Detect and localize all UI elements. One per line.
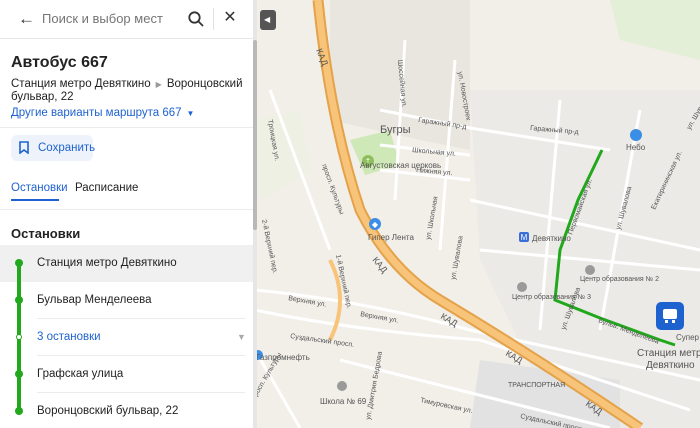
stop-label: Станция метро Девяткино xyxy=(37,257,177,269)
place-label-nebo: Небо xyxy=(626,143,646,152)
svg-text:◆: ◆ xyxy=(372,220,379,229)
svg-text:M: M xyxy=(521,233,528,242)
tab-stops[interactable]: Остановки xyxy=(11,182,68,194)
search-icon[interactable] xyxy=(187,10,205,28)
route-panel: ← ✕ Автобус 667 Станция метро Девяткино ▶… xyxy=(0,0,253,428)
stop-label: Воронцовский бульвар, 22 xyxy=(37,405,179,417)
collapsed-stops-link: 3 остановки xyxy=(37,331,101,343)
list-item[interactable]: Бульвар Менделеева xyxy=(0,282,253,319)
chevron-left-icon: ◀ xyxy=(264,15,271,24)
back-arrow-icon[interactable]: ← xyxy=(18,10,36,28)
school-icon xyxy=(585,265,595,275)
route-title: Автобус 667 xyxy=(11,54,108,71)
collapse-panel-button[interactable]: ◀ xyxy=(260,10,276,30)
route-endpoints: Станция метро Девяткино ▶ Воронцовский бул… xyxy=(11,78,247,104)
place-label-devyatkino: Девяткино xyxy=(532,234,571,243)
stop-marker xyxy=(15,407,23,415)
route-variants-link[interactable]: Другие варианты маршрута 667 ▼ xyxy=(11,107,194,119)
collapsed-stop-marker xyxy=(16,334,22,340)
list-item[interactable]: Графская улица xyxy=(0,356,253,393)
save-button[interactable]: Сохранить xyxy=(11,135,96,161)
place-label-gazprom: Газпромнефть xyxy=(256,353,310,362)
location-icon xyxy=(630,129,642,141)
shop-icon: ◆ xyxy=(369,218,381,230)
close-icon[interactable]: ✕ xyxy=(222,10,238,26)
bookmark-icon xyxy=(19,141,29,154)
metro-icon: M xyxy=(519,232,529,242)
road-label: ТРАНСПОРТНАЯ xyxy=(508,382,565,389)
chevron-down-icon: ▼ xyxy=(237,332,246,342)
stop-label: Бульвар Менделеева xyxy=(37,294,152,306)
save-label: Сохранить xyxy=(38,142,96,154)
school-icon xyxy=(337,381,347,391)
stop-label: Графская улица xyxy=(37,368,124,380)
place-label-centr-2: Центр образования № 2 xyxy=(580,275,659,283)
divider xyxy=(0,127,253,128)
school-icon xyxy=(517,282,527,292)
divider xyxy=(0,209,253,210)
list-item[interactable]: Станция метро Девяткино xyxy=(0,245,253,282)
place-label-bugry: Бугры xyxy=(380,124,411,136)
stops-heading: Остановки xyxy=(11,226,81,241)
list-item[interactable]: Воронцовский бульвар, 22 xyxy=(0,393,253,428)
list-item[interactable]: 3 остановки ▼ xyxy=(0,319,253,356)
place-label-metro-stop: Станция метро xyxy=(637,348,700,359)
stop-marker xyxy=(15,296,23,304)
place-label-metro-stop: Девяткино xyxy=(646,360,695,371)
bus-stop-icon[interactable] xyxy=(656,302,684,330)
chevron-down-icon: ▼ xyxy=(186,109,195,118)
search-bar: ← ✕ xyxy=(0,0,253,39)
route-variants-label: Другие варианты маршрута 667 xyxy=(11,107,182,119)
stop-marker xyxy=(15,370,23,378)
active-tab-indicator xyxy=(11,199,59,201)
scrollbar-thumb[interactable] xyxy=(253,40,257,230)
route-from: Станция метро Девяткино xyxy=(11,78,151,90)
place-label-shkola-69: Школа № 69 xyxy=(320,397,367,406)
place-label-giper-lenta: Гипер Лента xyxy=(368,233,414,242)
tab-schedule[interactable]: Расписание xyxy=(75,182,138,194)
panel-scrollbar[interactable] xyxy=(253,0,257,428)
place-label-super: Супер xyxy=(676,333,700,342)
divider xyxy=(213,8,214,30)
stop-marker xyxy=(15,259,23,267)
search-input[interactable] xyxy=(42,11,182,26)
arrow-right-icon: ▶ xyxy=(155,80,162,89)
